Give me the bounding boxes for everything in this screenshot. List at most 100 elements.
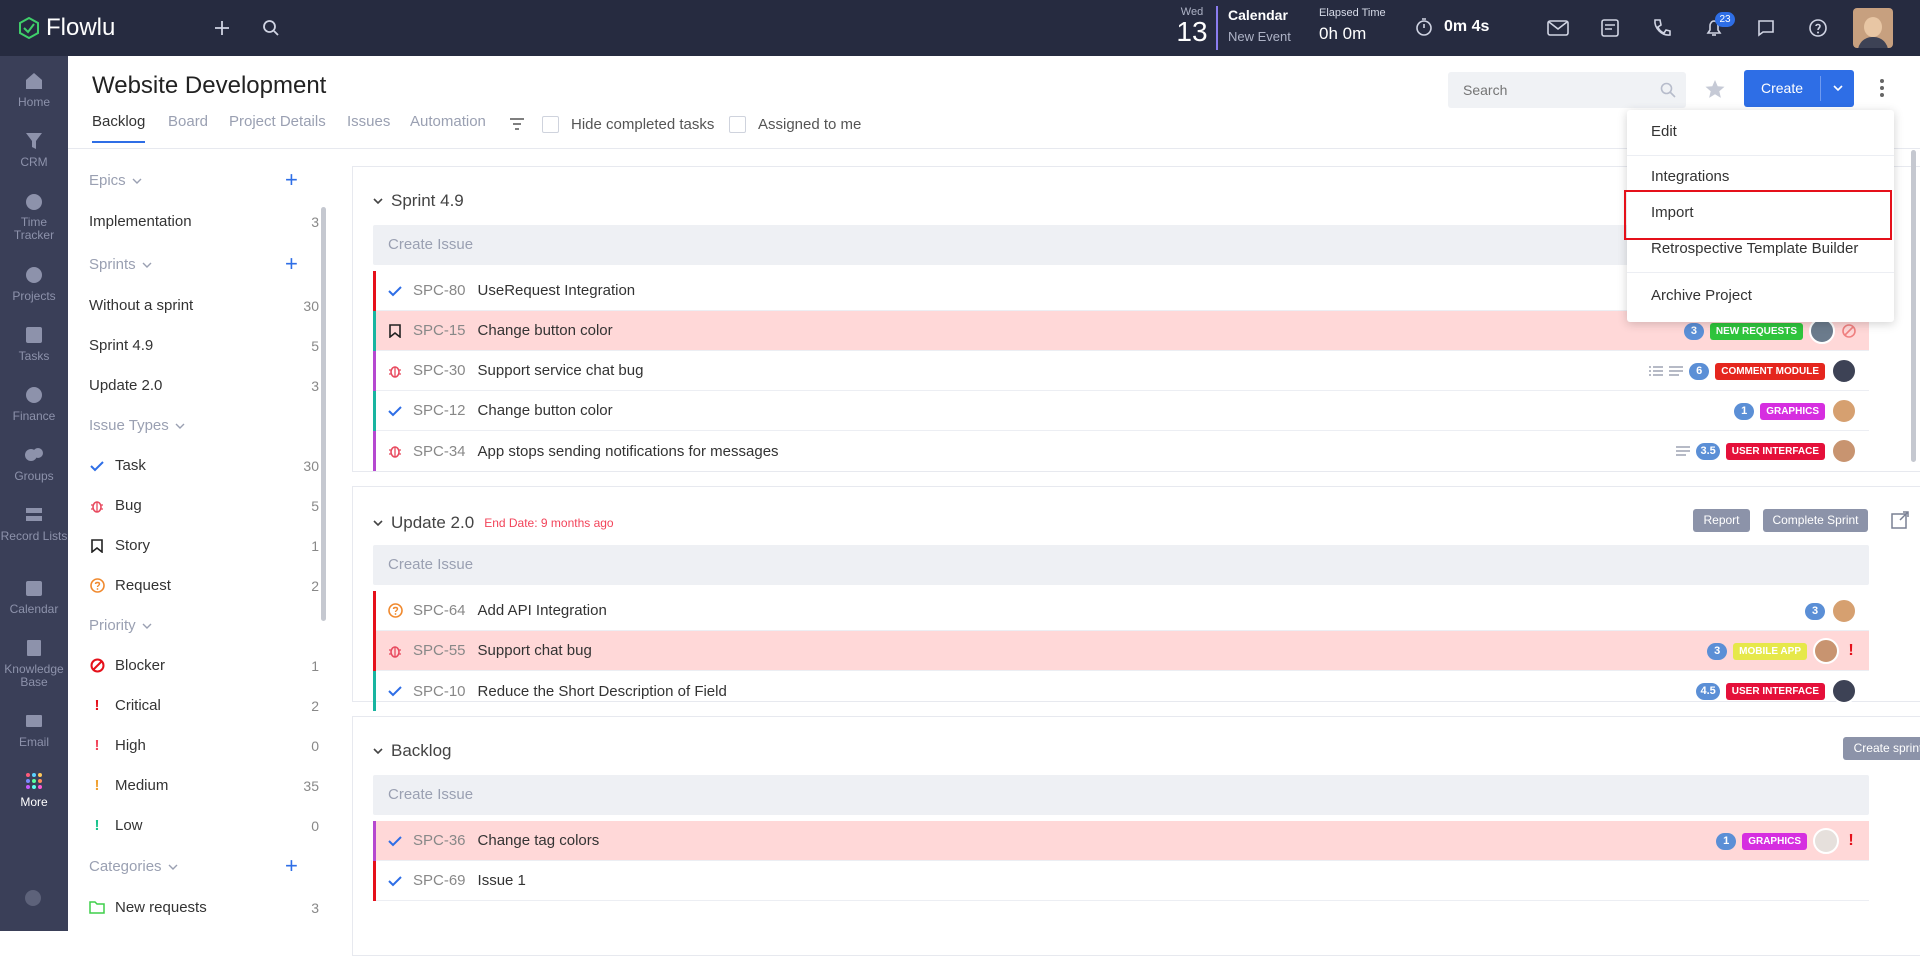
sprints-header[interactable]: Sprints xyxy=(89,256,152,273)
tab-automation[interactable]: Automation xyxy=(410,113,486,130)
assignee-avatar[interactable] xyxy=(1831,438,1857,464)
sidebar-item-update-2-0[interactable]: Update 2.0 3 xyxy=(89,377,319,394)
sidebar-item-bug[interactable]: Bug 5 xyxy=(89,497,319,514)
nav-email[interactable]: Email xyxy=(0,710,68,749)
sidebar-item-request[interactable]: Request 2 xyxy=(89,577,319,594)
create-issue-input[interactable]: Create Issue xyxy=(373,775,1869,815)
assignee-avatar[interactable] xyxy=(1831,358,1857,384)
bug-icon xyxy=(387,443,403,459)
nav-home[interactable]: Home xyxy=(0,70,68,109)
complete-sprint-button[interactable]: Complete Sprint xyxy=(1763,509,1868,532)
help-icon[interactable] xyxy=(1804,14,1832,42)
issue-row[interactable]: SPC-69 Issue 1 xyxy=(373,861,1869,901)
assignee-avatar[interactable] xyxy=(1831,678,1857,704)
sidebar-item-without-sprint[interactable]: Without a sprint 30 xyxy=(89,297,319,314)
search-icon xyxy=(1660,82,1676,98)
timer-widget[interactable]: 0m 4s xyxy=(1414,17,1489,37)
create-sprint-button[interactable]: Create sprint xyxy=(1843,737,1920,760)
support-icon[interactable] xyxy=(22,887,44,914)
nav-knowledge-base[interactable]: Knowledge Base xyxy=(0,637,68,689)
assignee-avatar[interactable] xyxy=(1831,398,1857,424)
menu-item-retrospective-template-builder[interactable]: Retrospective Template Builder xyxy=(1651,240,1858,257)
email-icon xyxy=(23,710,45,732)
assigned-to-me-checkbox[interactable] xyxy=(729,116,746,133)
main-scrollbar[interactable] xyxy=(1911,150,1916,462)
issue-row[interactable]: SPC-64 Add API Integration 3 xyxy=(373,591,1869,631)
report-button[interactable]: Report xyxy=(1693,509,1750,532)
sidebar-scrollbar[interactable] xyxy=(321,207,326,621)
menu-item-integrations[interactable]: Integrations xyxy=(1651,168,1729,185)
tab-issues[interactable]: Issues xyxy=(347,113,390,130)
sidebar-item-sprint-4-9[interactable]: Sprint 4.9 5 xyxy=(89,337,319,354)
epics-header[interactable]: Epics xyxy=(89,172,142,189)
calendar-widget[interactable]: Calendar New Event xyxy=(1228,7,1291,44)
description-icon xyxy=(1676,446,1691,456)
issue-row[interactable]: SPC-55 Support chat bug 3 MOBILE APP! xyxy=(373,631,1869,671)
user-avatar[interactable] xyxy=(1853,8,1893,48)
menu-item-archive-project[interactable]: Archive Project xyxy=(1651,287,1752,304)
issue-row[interactable]: SPC-12 Change button color 1 GRAPHICS xyxy=(373,391,1869,431)
sidebar-item-implementation[interactable]: Implementation 3 xyxy=(89,213,319,230)
tab-board[interactable]: Board xyxy=(168,113,208,130)
exclamation-icon: ! xyxy=(94,777,100,794)
sprint-header[interactable]: Sprint 4.9 xyxy=(373,191,464,211)
new-event-link[interactable]: New Event xyxy=(1228,29,1291,44)
backlog-header[interactable]: Backlog xyxy=(373,741,451,761)
nav-calendar[interactable]: Calendar xyxy=(0,577,68,616)
search-box[interactable] xyxy=(1448,72,1686,108)
bookmark-icon xyxy=(387,323,403,339)
add-category-button[interactable]: + xyxy=(285,855,298,877)
add-epic-button[interactable]: + xyxy=(285,169,298,191)
favorite-star-icon[interactable] xyxy=(1704,78,1726,105)
search-icon[interactable] xyxy=(257,14,285,42)
more-options-icon[interactable] xyxy=(1879,78,1885,103)
sidebar-item-medium[interactable]: ! Medium 35 xyxy=(89,777,320,794)
menu-item-edit[interactable]: Edit xyxy=(1651,123,1677,140)
app-logo[interactable]: Flowlu xyxy=(18,14,115,42)
mail-icon[interactable] xyxy=(1544,14,1572,42)
tab-backlog[interactable]: Backlog xyxy=(92,113,145,130)
phone-icon[interactable] xyxy=(1648,14,1676,42)
create-issue-input[interactable]: Create Issue xyxy=(373,545,1869,585)
sidebar-item-critical[interactable]: ! Critical 2 xyxy=(89,697,320,714)
priority-header[interactable]: Priority xyxy=(89,617,152,634)
sidebar-item-task[interactable]: Task 30 xyxy=(89,457,319,474)
date-widget[interactable]: Wed 13 xyxy=(1174,6,1210,46)
sidebar-item-story[interactable]: Story 1 xyxy=(89,537,319,554)
create-dropdown-chevron-icon[interactable] xyxy=(1821,70,1854,107)
chevron-down-icon xyxy=(142,623,152,629)
chat-icon[interactable] xyxy=(1752,14,1780,42)
tab-project-details[interactable]: Project Details xyxy=(229,113,326,130)
assignee-avatar[interactable] xyxy=(1813,638,1839,664)
issue-row[interactable]: SPC-30 Support service chat bug 6 COMMENT … xyxy=(373,351,1869,391)
sprint-header[interactable]: Update 2.0 End Date: 9 months ago xyxy=(373,513,614,533)
notes-icon[interactable] xyxy=(1596,14,1624,42)
assignee-avatar[interactable] xyxy=(1831,598,1857,624)
sidebar-item-blocker[interactable]: Blocker 1 xyxy=(89,657,319,674)
categories-header[interactable]: Categories xyxy=(89,858,178,875)
add-icon[interactable] xyxy=(208,14,236,42)
create-button[interactable]: Create xyxy=(1744,70,1820,107)
open-external-icon[interactable] xyxy=(1891,511,1909,534)
nav-record-lists[interactable]: Record Lists xyxy=(0,504,68,543)
search-input[interactable] xyxy=(1448,72,1648,108)
nav-groups[interactable]: Groups xyxy=(0,444,68,483)
nav-time-tracker[interactable]: Time Tracker xyxy=(0,190,68,242)
page-title: Website Development xyxy=(92,72,327,99)
issue-row[interactable]: SPC-36 Change tag colors 1 GRAPHICS! xyxy=(373,821,1869,861)
hide-completed-checkbox[interactable] xyxy=(542,116,559,133)
add-sprint-button[interactable]: + xyxy=(285,253,298,275)
nav-more[interactable]: More xyxy=(0,770,68,809)
sidebar-item-low[interactable]: ! Low 0 xyxy=(89,817,320,834)
nav-tasks[interactable]: Tasks xyxy=(0,324,68,363)
issue-row[interactable]: SPC-34 App stops sending notifications fo… xyxy=(373,431,1869,471)
filter-icon[interactable] xyxy=(509,117,525,136)
sidebar-item-new-requests[interactable]: New requests 3 xyxy=(89,899,319,916)
assignee-avatar[interactable] xyxy=(1813,828,1839,854)
issue-types-header[interactable]: Issue Types xyxy=(89,417,185,434)
sidebar-item-high[interactable]: ! High 0 xyxy=(89,737,320,754)
issue-row[interactable]: SPC-10 Reduce the Short Description of Fi… xyxy=(373,671,1869,711)
nav-finance[interactable]: Finance xyxy=(0,384,68,423)
nav-projects[interactable]: Projects xyxy=(0,264,68,303)
nav-crm[interactable]: CRM xyxy=(0,130,68,169)
